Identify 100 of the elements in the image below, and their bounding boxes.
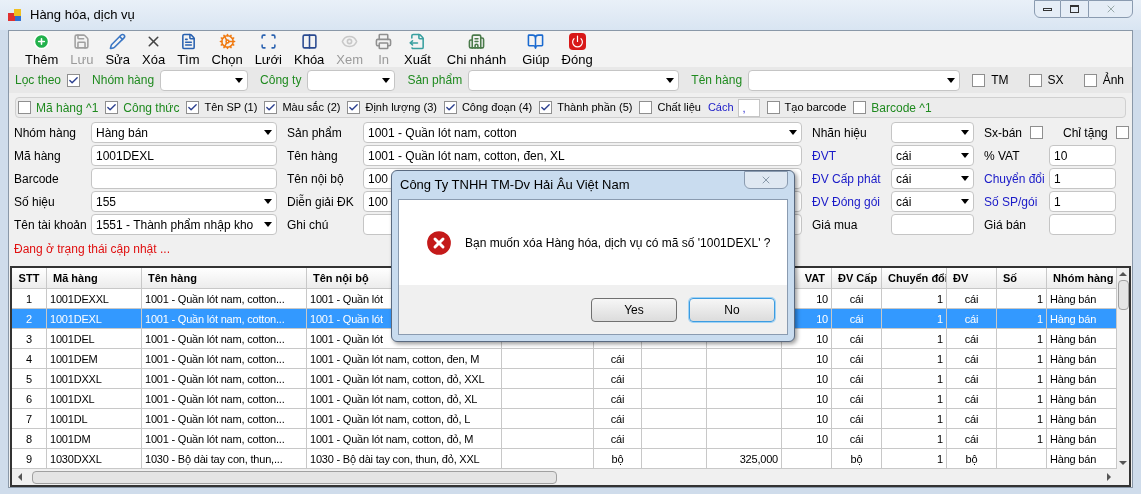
table-cell: 1001 - Quần lót nam, cotton... xyxy=(145,293,285,305)
table-cell: 10 xyxy=(816,353,828,365)
table-cell: cái xyxy=(849,413,864,425)
table-cell: bộ xyxy=(965,453,978,465)
field-label: Mã hàng xyxy=(14,147,62,165)
checkbox-label: Thành phần (5) xyxy=(557,100,633,116)
dialog-title: Công Ty TNHH TM-Dv Hải Âu Việt Nam xyxy=(400,176,630,195)
table-cell: 1 xyxy=(937,333,943,345)
table-cell: 1001 - Quần lót nam, cotton... xyxy=(145,393,285,405)
table-cell: 1 xyxy=(1037,373,1043,385)
table-cell: 1001 - Quần lót nam, cotton, đỏ, M xyxy=(310,433,474,445)
table-cell: 10 xyxy=(816,413,828,425)
table-cell: 1001DM xyxy=(50,433,91,445)
table-cell: 1001DXL xyxy=(50,393,95,405)
table-cell: Hàng bán xyxy=(1050,453,1097,465)
table-cell: 1 xyxy=(937,393,943,405)
field-label: Sản phẩm xyxy=(287,124,343,142)
table-cell: 3 xyxy=(26,333,32,345)
checkbox-label: Mã hàng ^1 xyxy=(36,99,99,117)
field-label: ĐVT xyxy=(812,147,837,165)
table-cell: 1001DEM xyxy=(50,353,98,365)
table-cell: 5 xyxy=(26,373,32,385)
table-cell: cái xyxy=(849,353,864,365)
table-cell: 10 xyxy=(816,313,828,325)
table-cell: cái xyxy=(610,433,625,445)
checkbox-label: Định lượng (3) xyxy=(365,100,437,116)
table-cell: 1001 - Quần lót nam, cotton... xyxy=(145,433,285,445)
filter-label: Tên hàng xyxy=(691,72,743,90)
table-cell: 7 xyxy=(26,413,32,425)
field-label: Giá bán xyxy=(984,216,1028,234)
field-label: Số SP/gói xyxy=(984,193,1039,211)
table-cell: bộ xyxy=(850,453,863,465)
table-cell: 1001 - Quần lót nam, cotton... xyxy=(145,373,285,385)
table-cell: cái xyxy=(610,353,625,365)
table-cell: cái xyxy=(964,413,979,425)
table-cell: cái xyxy=(610,393,625,405)
table-cell: 1 xyxy=(1037,413,1043,425)
table-cell: 1 xyxy=(937,293,943,305)
filter-label: Nhóm hàng xyxy=(92,72,155,90)
table-cell: 1030 - Bộ dài tay con, thun,... xyxy=(145,453,283,465)
filter-label: Lọc theo xyxy=(15,72,62,90)
table-cell: cái xyxy=(849,393,864,405)
table-cell: 1001DEXXL xyxy=(50,293,109,305)
status-message: Đang ở trạng thái cập nhật ... xyxy=(14,241,170,258)
table-cell: cái xyxy=(849,373,864,385)
table-cell: 1 xyxy=(1037,433,1043,445)
table-cell: 1 xyxy=(937,413,943,425)
checkbox-label: Ảnh xyxy=(1102,71,1124,90)
table-cell: 1001 - Quần lót nam, cotton, đen, M xyxy=(310,353,480,365)
table-cell: cái xyxy=(610,413,625,425)
table-cell: 1001 - Quần lót xyxy=(310,293,383,305)
table-cell: Hàng bán xyxy=(1050,373,1097,385)
table-cell: 10 xyxy=(816,393,828,405)
field-label: Giá mua xyxy=(812,216,859,234)
table-cell: 1001DEXL xyxy=(50,313,102,325)
table-cell: cái xyxy=(849,433,864,445)
checkbox-label: Barcode ^1 xyxy=(871,99,932,117)
table-cell: 1 xyxy=(1037,393,1043,405)
checkbox-label: SX xyxy=(1047,72,1064,90)
table-cell: Hàng bán xyxy=(1050,333,1097,345)
table-cell: 1 xyxy=(1037,353,1043,365)
table-cell: 1 xyxy=(1037,293,1043,305)
table-cell: 1 xyxy=(1037,313,1043,325)
table-cell: 10 xyxy=(816,433,828,445)
field-label: Barcode xyxy=(14,170,60,188)
field-label: Tên tài khoản xyxy=(14,216,88,234)
field-label: Diễn giải ĐK xyxy=(287,193,355,211)
checkbox-label: Tạo barcode xyxy=(784,100,847,116)
field-label: Tên hàng xyxy=(287,147,339,165)
window-title: Hàng hóa, dịch vụ xyxy=(30,6,135,25)
table-cell: cái xyxy=(849,313,864,325)
table-cell: 1001 - Quần lót xyxy=(310,313,383,325)
table-cell: cái xyxy=(964,293,979,305)
checkbox-label: Công thức xyxy=(123,99,180,117)
field-label: ĐV Đóng gói xyxy=(812,193,882,211)
table-cell: 2 xyxy=(26,313,32,325)
field-label: Cách xyxy=(707,100,734,116)
table-cell: 1001 - Quần lót nam, cotton... xyxy=(145,353,285,365)
table-cell: Hàng bán xyxy=(1050,433,1097,445)
table-cell: 1 xyxy=(1037,333,1043,345)
table-cell: 1 xyxy=(937,353,943,365)
table-cell: 1001 - Quần lót nam, cotton... xyxy=(145,413,285,425)
table-cell: cái xyxy=(849,333,864,345)
table-cell: 10 xyxy=(816,333,828,345)
table-cell: 1001DEL xyxy=(50,333,95,345)
table-cell: Hàng bán xyxy=(1050,393,1097,405)
table-cell: Hàng bán xyxy=(1050,413,1097,425)
filter-label: Công ty xyxy=(260,72,302,90)
table-cell: cái xyxy=(964,433,979,445)
table-cell: 325,000 xyxy=(739,453,778,465)
dialog-message: Bạn muốn xóa Hàng hóa, dịch vụ có mã số '1001DEXL' ? xyxy=(465,234,771,252)
table-cell: 1001 - Quần lót nam, cotton, đỏ, L xyxy=(310,413,471,425)
field-label: Số hiệu xyxy=(14,193,56,211)
field-label: Chuyển đổi xyxy=(984,170,1046,188)
table-cell: 10 xyxy=(816,373,828,385)
table-cell: cái xyxy=(964,353,979,365)
table-cell: 1 xyxy=(937,453,943,465)
field-label: Nhóm hàng xyxy=(14,124,78,142)
checkbox-label: TM xyxy=(991,72,1009,90)
checkbox-label: Công đoạn (4) xyxy=(461,100,533,116)
